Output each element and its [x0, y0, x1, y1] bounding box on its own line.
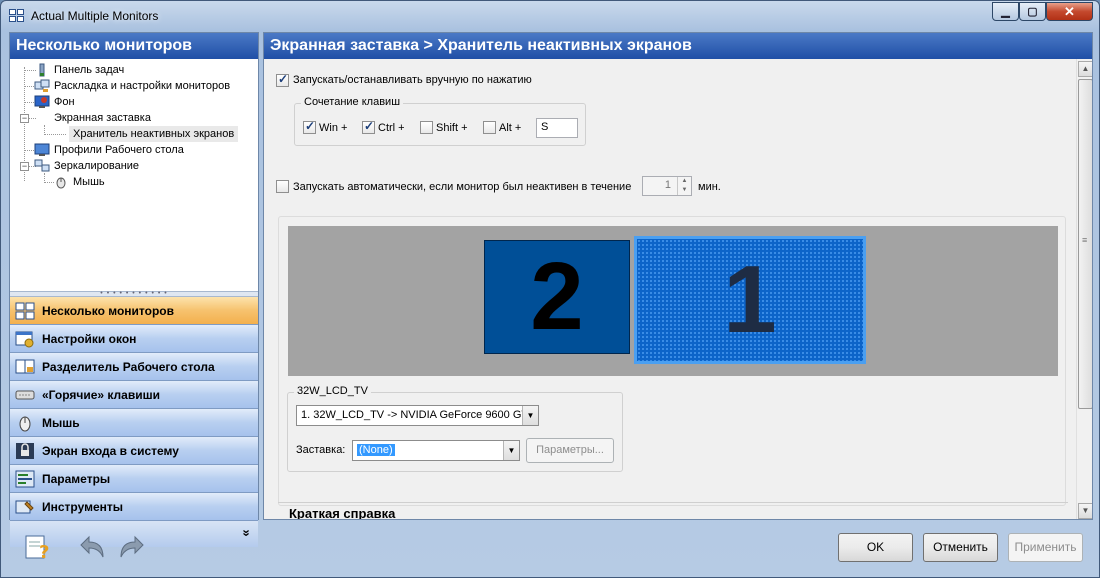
- help-button[interactable]: ?: [23, 533, 53, 564]
- app-icon: [9, 9, 25, 23]
- tree-item-layout[interactable]: Раскладка и настройки мониторов: [34, 78, 230, 94]
- scroll-thumb[interactable]: ≡: [1078, 79, 1092, 409]
- monitor-group-title: 32W_LCD_TV: [294, 385, 371, 397]
- mouse-icon: [53, 175, 69, 189]
- auto-start-checkbox[interactable]: [276, 180, 289, 193]
- title-bar[interactable]: Actual Multiple Monitors ▁ ▢ ✕: [1, 1, 1099, 31]
- maximize-button[interactable]: ▢: [1019, 2, 1046, 21]
- alt-label[interactable]: Alt +: [499, 122, 521, 134]
- left-panel: Несколько мониторов − − Панель задач Рас…: [9, 32, 259, 547]
- nav-desktop-divider[interactable]: Разделитель Рабочего стола: [10, 353, 258, 381]
- cancel-button[interactable]: Отменить: [923, 533, 998, 562]
- vertical-scrollbar[interactable]: ▲ ≡ ▼: [1076, 59, 1092, 519]
- ctrl-checkbox[interactable]: [362, 119, 375, 134]
- tree-item-screensaver[interactable]: Экранная заставка: [54, 110, 151, 126]
- left-panel-header: Несколько мониторов: [10, 33, 258, 59]
- device-select[interactable]: 1. 32W_LCD_TV -> NVIDIA GeForce 9600 GT …: [296, 405, 539, 426]
- nav-tools[interactable]: Инструменты: [10, 493, 258, 521]
- tools-icon: [14, 497, 36, 517]
- inactive-minutes-stepper[interactable]: 1 ▲ ▼: [642, 176, 692, 196]
- hotkey-group-title: Сочетание клавиш: [301, 96, 404, 108]
- nav-parameters[interactable]: Параметры: [10, 465, 258, 493]
- mouse-icon: [14, 413, 36, 433]
- minutes-unit: мин.: [698, 181, 721, 193]
- wallpaper-icon: [34, 95, 50, 109]
- ctrl-label[interactable]: Ctrl +: [378, 122, 405, 134]
- window-title: Actual Multiple Monitors: [31, 9, 159, 23]
- page-title: Экранная заставка > Хранитель неактивных…: [264, 33, 1092, 59]
- redo-button[interactable]: [117, 533, 147, 561]
- tree-collapse-screensaver[interactable]: −: [20, 114, 29, 123]
- tree-item-inactive-saver[interactable]: Хранитель неактивных экранов: [69, 126, 239, 142]
- chevron-down-icon: ▼: [1081, 506, 1090, 515]
- desktop-divider-icon: [14, 357, 36, 377]
- stepper-arrows[interactable]: ▲ ▼: [677, 177, 691, 195]
- monitor-layout-icon: [34, 79, 50, 93]
- screensaver-label: Заставка:: [296, 444, 346, 456]
- window-settings-icon: [14, 329, 36, 349]
- help-icon: ?: [23, 535, 53, 564]
- hotkey-key-input[interactable]: S: [536, 118, 578, 138]
- scroll-down-button[interactable]: ▼: [1078, 503, 1092, 519]
- undo-icon: [77, 535, 107, 564]
- minimize-icon: ▁: [1001, 6, 1010, 18]
- undo-button[interactable]: [77, 533, 107, 561]
- grip-icon: ≡: [1082, 235, 1088, 245]
- right-panel: Экранная заставка > Хранитель неактивных…: [263, 32, 1093, 520]
- multiple-monitors-icon: [14, 301, 36, 321]
- chevron-down-icon[interactable]: ▼: [522, 406, 538, 425]
- manual-start-label[interactable]: Запускать/останавливать вручную по нажат…: [293, 74, 532, 86]
- tree-item-desktop-profiles[interactable]: Профили Рабочего стола: [34, 142, 184, 158]
- lock-icon: [14, 441, 36, 461]
- screensaver-select[interactable]: (None) ▼: [352, 440, 520, 461]
- scroll-up-button[interactable]: ▲: [1078, 61, 1092, 77]
- screensaver-params-button[interactable]: Параметры...: [526, 438, 614, 463]
- tree-item-wallpaper[interactable]: Фон: [34, 94, 75, 110]
- ok-button[interactable]: OK: [838, 533, 913, 562]
- chevron-up-icon: ▲: [681, 178, 688, 184]
- auto-start-label[interactable]: Запускать автоматически, если монитор бы…: [293, 181, 631, 193]
- chevron-up-icon: ▲: [1081, 64, 1090, 73]
- monitor-2[interactable]: 2: [484, 240, 630, 354]
- taskbar-icon: [34, 63, 50, 77]
- apply-button[interactable]: Применить: [1008, 533, 1083, 562]
- parameters-icon: [14, 469, 36, 489]
- manual-start-checkbox[interactable]: [276, 72, 289, 87]
- svg-text:?: ?: [39, 542, 49, 561]
- close-button[interactable]: ✕: [1046, 2, 1093, 21]
- nav-hotkeys[interactable]: «Горячие» клавиши: [10, 381, 258, 409]
- maximize-icon: ▢: [1027, 6, 1038, 18]
- chevron-down-icon: ▼: [681, 187, 688, 193]
- tree-item-taskbar[interactable]: Панель задач: [34, 62, 124, 78]
- tree-collapse-mirroring[interactable]: −: [20, 162, 29, 171]
- close-icon: ✕: [1064, 3, 1075, 19]
- tree-item-mirroring[interactable]: Зеркалирование: [34, 158, 139, 174]
- quick-help-header: Краткая справка: [278, 502, 1068, 519]
- win-label[interactable]: Win +: [319, 122, 347, 134]
- alt-checkbox[interactable]: [483, 121, 496, 134]
- minimize-button[interactable]: ▁: [992, 2, 1019, 21]
- nav-multiple-monitors[interactable]: Несколько мониторов: [10, 297, 258, 325]
- redo-icon: [117, 535, 147, 564]
- nav-logon-screen[interactable]: Экран входа в систему: [10, 437, 258, 465]
- mirroring-icon: [34, 159, 50, 173]
- app-window: Actual Multiple Monitors ▁ ▢ ✕ Несколько…: [0, 0, 1100, 578]
- chevron-double-down-icon: »: [239, 529, 255, 537]
- shift-checkbox[interactable]: [420, 121, 433, 134]
- shift-label[interactable]: Shift +: [436, 122, 468, 134]
- settings-content: Запускать/останавливать вручную по нажат…: [264, 59, 1076, 519]
- monitor-layout-area: 2 1: [288, 226, 1058, 376]
- nav-mouse[interactable]: Мышь: [10, 409, 258, 437]
- keyboard-icon: [14, 385, 36, 405]
- tree-item-mouse[interactable]: Мышь: [53, 174, 105, 190]
- settings-tree: − − Панель задач Раскладка и настройки м…: [10, 59, 258, 291]
- desktop-profile-icon: [34, 143, 50, 157]
- win-checkbox[interactable]: [303, 119, 316, 134]
- nav-window-settings[interactable]: Настройки окон: [10, 325, 258, 353]
- monitor-1-selected[interactable]: 1: [634, 236, 866, 364]
- chevron-down-icon[interactable]: ▼: [503, 441, 519, 460]
